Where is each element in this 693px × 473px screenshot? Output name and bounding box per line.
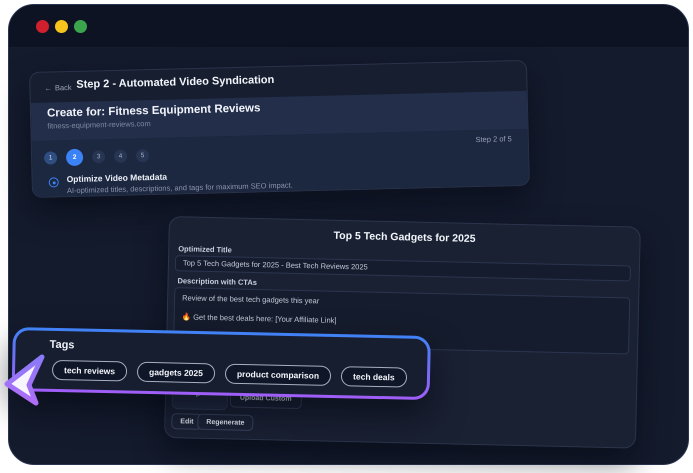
wizard-panel: ← Back Step 2 - Automated Video Syndicat… (29, 60, 530, 198)
regenerate-button[interactable]: Regenerate (197, 414, 253, 431)
tag-pill[interactable]: tech reviews (52, 360, 127, 382)
tag-pill[interactable]: product comparison (225, 364, 332, 386)
step-circle-5[interactable]: 5 (136, 149, 149, 162)
step-progress-label: Step 2 of 5 (475, 134, 511, 144)
close-window-icon[interactable] (36, 20, 49, 33)
step-circle-2[interactable]: 2 (66, 149, 83, 166)
step-indicator: 1 2 3 4 5 (44, 147, 149, 167)
maximize-window-icon[interactable] (74, 20, 87, 33)
back-label: Back (55, 83, 72, 92)
tags-section: Tags tech reviews gadgets 2025 product c… (15, 330, 428, 397)
step-circle-1[interactable]: 1 (44, 151, 57, 164)
optimized-title-label: Optimized Title (178, 244, 232, 254)
target-icon (49, 177, 59, 187)
tags-highlight-box: Tags tech reviews gadgets 2025 product c… (12, 327, 431, 400)
description-label: Description with CTAs (177, 276, 257, 287)
step-circle-3[interactable]: 3 (92, 150, 105, 163)
tag-pill[interactable]: tech deals (341, 366, 407, 387)
mockup-stage: ← Back Step 2 - Automated Video Syndicat… (0, 0, 693, 473)
tag-pill[interactable]: gadgets 2025 (137, 362, 215, 384)
step-circle-4[interactable]: 4 (114, 150, 127, 163)
wizard-title: Step 2 - Automated Video Syndication (76, 74, 274, 91)
video-title: Top 5 Tech Gadgets for 2025 (170, 226, 640, 249)
wizard-steps-section: Step 2 of 5 1 2 3 4 5 Optimize Video Met… (32, 129, 529, 198)
active-step-row: Optimize Video Metadata AI-optimized tit… (49, 169, 293, 196)
back-button[interactable]: ← Back (44, 83, 71, 93)
minimize-window-icon[interactable] (55, 20, 68, 33)
window-titlebar (9, 5, 688, 48)
tags-row: tech reviews gadgets 2025 product compar… (52, 360, 407, 388)
tags-label: Tags (49, 339, 74, 352)
back-arrow-icon: ← (44, 83, 52, 92)
